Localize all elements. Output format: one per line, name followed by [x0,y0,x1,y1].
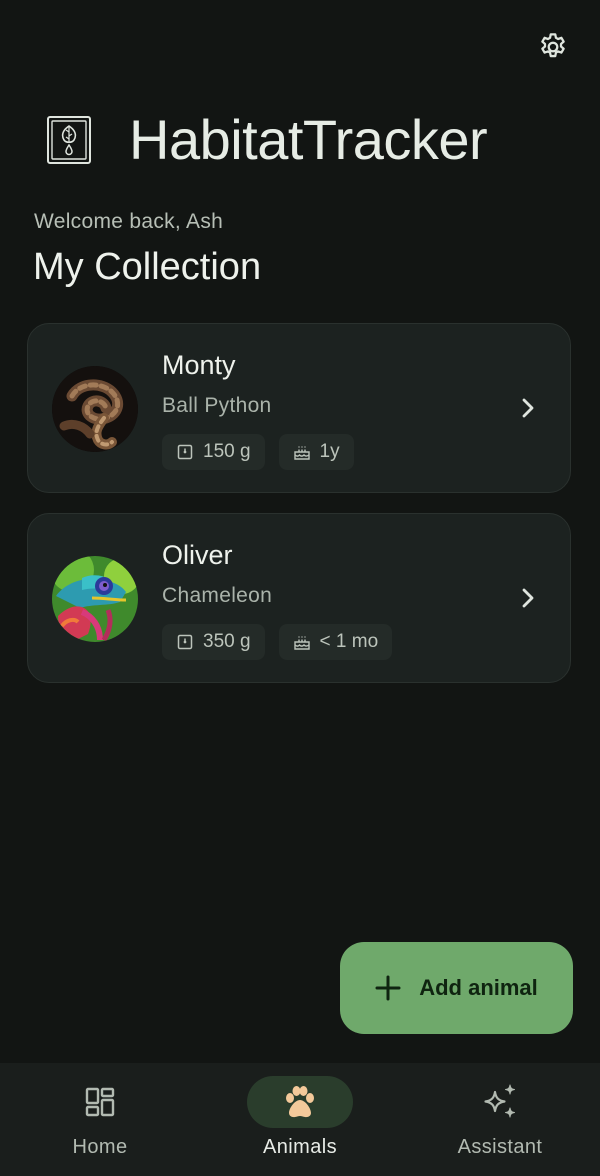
sparkle-icon [484,1084,515,1118]
animal-avatar [52,556,138,642]
settings-button[interactable] [532,26,574,68]
app-title: HabitatTracker [129,108,488,171]
animal-name: Monty [162,350,236,380]
cake-icon [293,633,311,651]
paw-icon [286,1086,314,1118]
scale-icon [176,633,194,651]
weight-value: 150 g [203,441,251,462]
animal-stats: 150 g 1y [162,434,354,470]
age-chip: 1y [278,434,354,470]
animal-species: Chameleon [162,584,273,607]
nav-label: Animals [263,1136,337,1158]
scale-icon [176,443,194,461]
weight-chip: 150 g [162,434,265,470]
age-value: 1y [319,441,340,462]
page-title: My Collection [33,246,262,288]
bottom-navigation: Home Animals Assistant [0,1063,600,1176]
animals-screen: HabitatTracker Welcome back, Ash My Coll… [0,0,600,1176]
welcome-text: Welcome back, Ash [34,210,224,233]
app-header: HabitatTracker [45,108,488,171]
weight-value: 350 g [203,631,251,652]
gear-icon [541,33,565,58]
weight-chip: 350 g [162,624,265,660]
nav-item-animals[interactable]: Animals [200,1063,400,1176]
nav-icon-container [247,1076,353,1128]
terrarium-logo-icon [45,114,93,166]
animal-name: Oliver [162,540,233,570]
plus-icon [375,975,401,1001]
nav-label: Assistant [457,1136,543,1158]
animal-card-oliver[interactable]: Oliver Chameleon 350 g < 1 mo [27,513,571,683]
animal-card-monty[interactable]: Monty Ball Python 150 g 1y [27,323,571,493]
chevron-right-icon [516,394,540,422]
nav-icon-container [47,1076,153,1128]
age-value: < 1 mo [319,631,379,652]
age-chip: < 1 mo [278,624,393,660]
animal-avatar [52,366,138,452]
chevron-right-icon [516,584,540,612]
add-animal-label: Add animal [419,975,538,1000]
nav-icon-container [447,1076,553,1128]
animal-species: Ball Python [162,394,272,417]
nav-item-assistant[interactable]: Assistant [400,1063,600,1176]
cake-icon [293,443,311,461]
dashboard-icon [85,1087,115,1117]
nav-label: Home [72,1136,128,1158]
nav-item-home[interactable]: Home [0,1063,200,1176]
add-animal-button[interactable]: Add animal [340,942,573,1034]
animal-stats: 350 g < 1 mo [162,624,393,660]
